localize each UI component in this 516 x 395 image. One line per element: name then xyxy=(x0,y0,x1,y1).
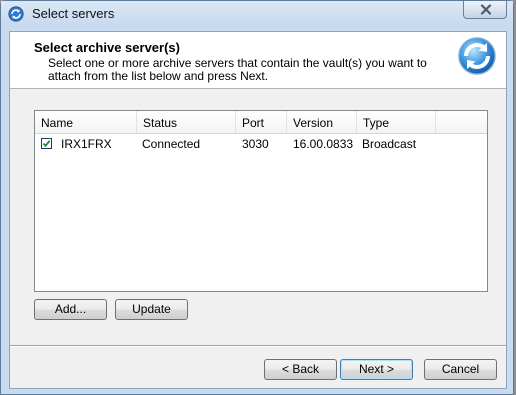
header-description: Select one or more archive servers that … xyxy=(48,56,427,83)
dialog-client-area: Select archive server(s) Select one or m… xyxy=(9,31,507,389)
close-icon xyxy=(480,4,492,15)
add-button[interactable]: Add... xyxy=(34,299,107,320)
refresh-arrows-icon xyxy=(8,6,24,22)
server-checkbox[interactable] xyxy=(41,138,52,149)
select-servers-dialog: Select servers Select archive server(s) … xyxy=(0,0,514,395)
server-list-header: Name Status Port Version Type xyxy=(35,111,487,134)
refresh-arrows-icon xyxy=(458,37,496,75)
cell-type: Broadcast xyxy=(362,137,417,151)
column-header-type[interactable]: Type xyxy=(357,111,436,133)
column-header-status[interactable]: Status xyxy=(137,111,236,133)
cell-name: IRX1FRX xyxy=(61,137,112,151)
column-header-name[interactable]: Name xyxy=(35,111,137,133)
cancel-button[interactable]: Cancel xyxy=(424,359,497,380)
wizard-header: Select archive server(s) Select one or m… xyxy=(10,32,506,89)
checkmark-icon xyxy=(42,140,51,148)
back-button[interactable]: < Back xyxy=(264,359,337,380)
column-header-port[interactable]: Port xyxy=(236,111,287,133)
window-title: Select servers xyxy=(32,6,115,21)
column-header-version[interactable]: Version xyxy=(287,111,357,133)
update-button[interactable]: Update xyxy=(115,299,188,320)
footer-divider xyxy=(10,345,506,347)
table-row[interactable]: IRX1FRX Connected 3030 16.00.0833 Broadc… xyxy=(35,135,487,153)
title-bar[interactable]: Select servers xyxy=(1,1,513,27)
cell-port: 3030 xyxy=(242,137,269,151)
cell-status: Connected xyxy=(142,137,201,151)
next-button[interactable]: Next > xyxy=(340,359,413,380)
header-title: Select archive server(s) xyxy=(34,40,180,55)
server-list[interactable]: Name Status Port Version Type IRX1FRX Co… xyxy=(34,110,488,292)
cell-version: 16.00.0833 xyxy=(293,137,354,151)
close-button[interactable] xyxy=(463,1,507,19)
